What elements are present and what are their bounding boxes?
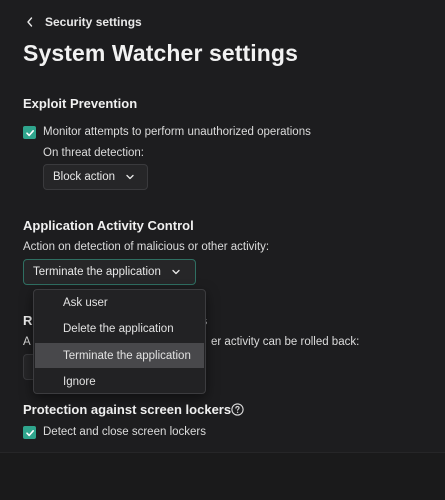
rollback-text-fragment: A <box>23 336 31 348</box>
app-activity-action-value: Terminate the application <box>33 266 161 278</box>
checkmark-icon <box>25 129 34 136</box>
action-dropdown-menu: Ask user Delete the application Terminat… <box>33 289 206 394</box>
dropdown-option-delete-application[interactable]: Delete the application <box>35 316 204 341</box>
dropdown-option-terminate-application[interactable]: Terminate the application <box>35 343 204 368</box>
back-link[interactable]: Security settings <box>25 15 142 29</box>
rollback-heading-fragment: R <box>23 313 33 328</box>
exploit-action-select[interactable]: Block action <box>43 164 148 190</box>
chevron-down-icon <box>126 174 134 180</box>
help-icon[interactable] <box>231 403 244 416</box>
rollback-text-fragment-right: er activity can be rolled back: <box>211 336 360 348</box>
app-activity-action-label: Action on detection of malicious or othe… <box>23 241 270 253</box>
exploit-action-value: Block action <box>53 171 116 183</box>
exploit-prevention-heading: Exploit Prevention <box>23 96 138 111</box>
monitor-checkbox[interactable] <box>23 126 36 139</box>
dropdown-option-ignore[interactable]: Ignore <box>35 369 204 394</box>
detect-screen-lockers-checkbox[interactable] <box>23 426 36 439</box>
app-activity-heading: Application Activity Control <box>23 218 194 233</box>
page-title: System Watcher settings <box>23 40 298 66</box>
screen-lockers-heading: Protection against screen lockers <box>23 402 232 417</box>
chevron-left-icon <box>27 17 33 27</box>
settings-panel: Security settings System Watcher setting… <box>0 0 445 452</box>
dropdown-option-ask-user[interactable]: Ask user <box>35 290 204 315</box>
breadcrumb[interactable]: Security settings <box>45 15 142 29</box>
monitor-label[interactable]: Monitor attempts to perform unauthorized… <box>43 126 311 138</box>
chevron-down-icon <box>172 269 180 275</box>
on-threat-detection-label: On threat detection: <box>43 147 145 159</box>
app-activity-action-select[interactable]: Terminate the application <box>23 259 196 285</box>
footer-area <box>0 452 445 500</box>
detect-screen-lockers-label[interactable]: Detect and close screen lockers <box>43 426 206 438</box>
checkmark-icon <box>25 429 34 436</box>
